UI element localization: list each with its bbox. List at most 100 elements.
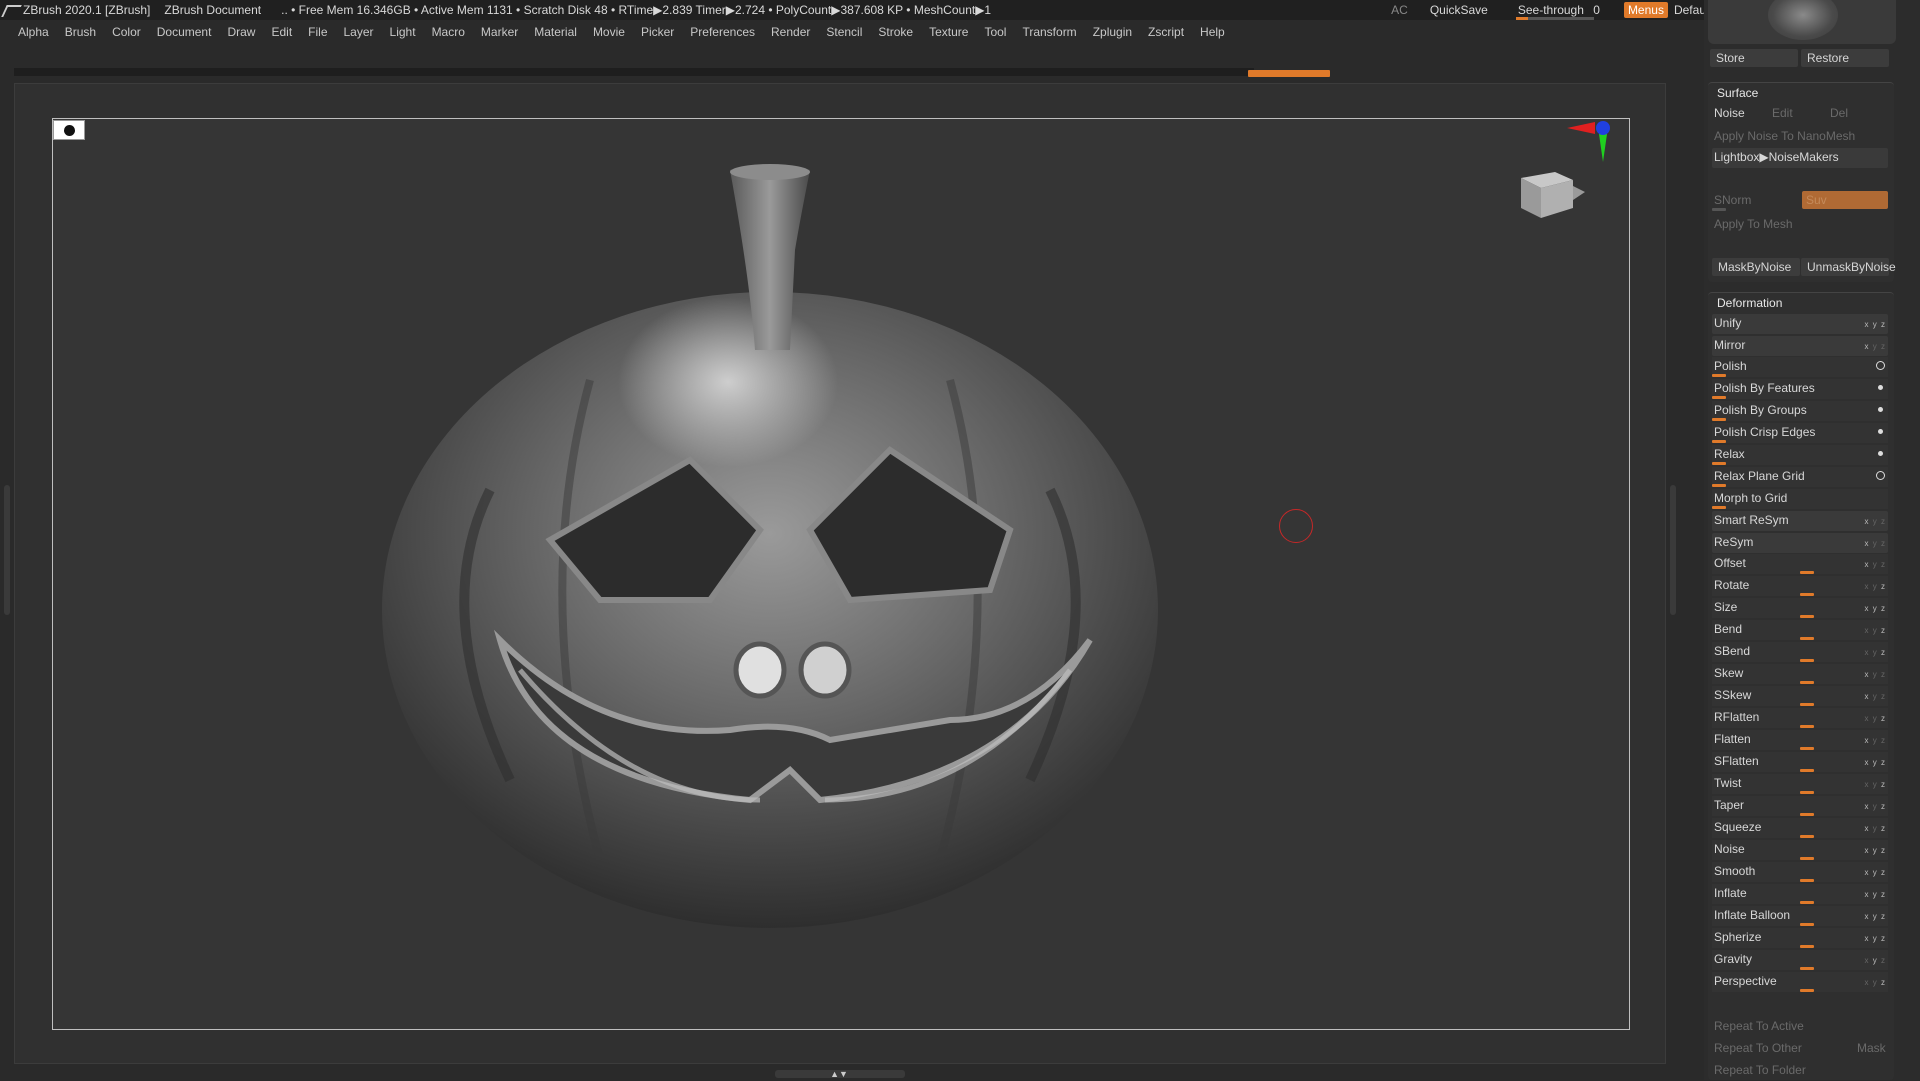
menu-marker[interactable]: Marker [481,25,518,39]
unify-button[interactable]: Unify x y z [1712,314,1888,334]
xyz-icon[interactable]: x y z [1865,535,1886,553]
squeeze-slider[interactable]: Squeeze x y z [1712,818,1888,838]
xyz-icon[interactable]: x y z [1865,710,1886,728]
xyz-icon[interactable]: x y z [1865,930,1886,948]
skew-slider[interactable]: Skew x y z [1712,664,1888,684]
menu-zscript[interactable]: Zscript [1148,25,1184,39]
tool-thumbnail[interactable] [1708,0,1896,44]
xyz-icon[interactable]: x y z [1865,622,1886,640]
pumpkin-model[interactable] [370,160,1170,940]
menu-preferences[interactable]: Preferences [690,25,755,39]
relax-plane-grid-slider[interactable]: Relax Plane Grid [1712,467,1888,487]
xyz-icon[interactable]: x y z [1865,644,1886,662]
menu-macro[interactable]: Macro [432,25,465,39]
xyz-icon[interactable]: x y z [1865,688,1886,706]
repeat-to-active-button[interactable]: Repeat To Active [1712,1017,1888,1037]
relax-slider[interactable]: Relax [1712,445,1888,465]
smooth-slider[interactable]: Smooth x y z [1712,862,1888,882]
xyz-icon[interactable]: x y z [1865,820,1886,838]
bottom-tray-handle[interactable]: ▲▼ [775,1070,905,1079]
store-button[interactable]: Store [1710,49,1798,67]
xyz-icon[interactable]: x y z [1865,732,1886,750]
size-slider[interactable]: Size x y z [1712,598,1888,618]
quicksave-button[interactable]: QuickSave [1430,3,1488,17]
menu-zplugin[interactable]: Zplugin [1093,25,1132,39]
suv-slider[interactable]: Suv [1802,191,1888,209]
menu-brush[interactable]: Brush [65,25,96,39]
toggle-ring-icon[interactable] [1876,361,1885,370]
sbend-slider[interactable]: SBend x y z [1712,642,1888,662]
spherize-slider[interactable]: Spherize x y z [1712,928,1888,948]
xyz-icon[interactable]: x y z [1865,886,1886,904]
snorm-slider[interactable]: SNorm Suv [1712,191,1888,211]
menus-button[interactable]: Menus [1623,2,1668,18]
menu-alpha[interactable]: Alpha [18,25,49,39]
unmask-by-noise-button[interactable]: UnmaskByNoise [1801,258,1896,276]
menu-movie[interactable]: Movie [593,25,625,39]
toggle-dot-icon[interactable] [1878,451,1883,456]
xyz-icon[interactable]: x y z [1865,513,1886,531]
toggle-ring-icon[interactable] [1876,471,1885,480]
menu-material[interactable]: Material [534,25,577,39]
repeat-to-other-button[interactable]: Repeat To Other Mask [1712,1039,1888,1059]
taper-slider[interactable]: Taper x y z [1712,796,1888,816]
left-tray-handle[interactable] [4,485,10,615]
noise-edit-button[interactable]: Edit [1772,104,1793,122]
xyz-icon[interactable]: x y z [1865,776,1886,794]
resym-button[interactable]: ReSym x y z [1712,533,1888,553]
repeat-to-folder-button[interactable]: Repeat To Folder [1712,1061,1888,1081]
xyz-icon[interactable]: x y z [1865,556,1886,574]
polish-by-features-slider[interactable]: Polish By Features [1712,379,1888,399]
mask-by-noise-button[interactable]: MaskByNoise [1712,258,1800,276]
xyz-icon[interactable]: x y z [1865,578,1886,596]
morph-to-grid-slider[interactable]: Morph to Grid [1712,489,1888,509]
perspective-slider[interactable]: Perspective x y z [1712,972,1888,992]
flatten-slider[interactable]: Flatten x y z [1712,730,1888,750]
noise-deform-slider[interactable]: Noise x y z [1712,840,1888,860]
toggle-dot-icon[interactable] [1878,385,1883,390]
surface-title[interactable]: Surface [1717,86,1758,100]
gravity-slider[interactable]: Gravity x y z [1712,950,1888,970]
xyz-icon[interactable]: x y z [1865,338,1886,356]
xyz-icon[interactable]: x y z [1865,798,1886,816]
camera-icon[interactable] [53,120,85,140]
menu-texture[interactable]: Texture [929,25,968,39]
menu-tool[interactable]: Tool [984,25,1006,39]
xyz-icon[interactable]: x y z [1865,864,1886,882]
rflatten-slider[interactable]: RFlatten x y z [1712,708,1888,728]
smart-resym-button[interactable]: Smart ReSym x y z [1712,511,1888,531]
mask-toggle[interactable]: Mask [1857,1039,1886,1057]
menu-file[interactable]: File [308,25,327,39]
xyz-icon[interactable]: x y z [1865,666,1886,684]
nav-cube-icon[interactable] [1515,162,1587,222]
bend-slider[interactable]: Bend x y z [1712,620,1888,640]
xyz-icon[interactable]: x y z [1865,600,1886,618]
menu-help[interactable]: Help [1200,25,1225,39]
menu-render[interactable]: Render [771,25,810,39]
apply-noise-nanomesh-button[interactable]: Apply Noise To NanoMesh [1712,127,1888,147]
menu-picker[interactable]: Picker [641,25,674,39]
apply-to-mesh-button[interactable]: Apply To Mesh [1712,215,1888,235]
menu-layer[interactable]: Layer [344,25,374,39]
toggle-dot-icon[interactable] [1878,429,1883,434]
xyz-icon[interactable]: x y z [1865,974,1886,992]
right-tray-handle[interactable] [1670,485,1676,615]
rotate-slider[interactable]: Rotate x y z [1712,576,1888,596]
toggle-dot-icon[interactable] [1878,407,1883,412]
noise-button[interactable]: Noise Edit Del [1712,104,1888,124]
menu-draw[interactable]: Draw [227,25,255,39]
xyz-icon[interactable]: x y z [1865,842,1886,860]
menu-stroke[interactable]: Stroke [878,25,913,39]
xyz-icon[interactable]: x y z [1865,754,1886,772]
twist-slider[interactable]: Twist x y z [1712,774,1888,794]
sflatten-slider[interactable]: SFlatten x y z [1712,752,1888,772]
menu-edit[interactable]: Edit [271,25,292,39]
menu-color[interactable]: Color [112,25,141,39]
ac-button[interactable]: AC [1391,3,1408,17]
sskew-slider[interactable]: SSkew x y z [1712,686,1888,706]
inflate-slider[interactable]: Inflate x y z [1712,884,1888,904]
xyz-icon[interactable]: x y z [1865,952,1886,970]
menu-stencil[interactable]: Stencil [826,25,862,39]
xyz-icon[interactable]: x y z [1865,908,1886,926]
mirror-button[interactable]: Mirror x y z [1712,336,1888,356]
